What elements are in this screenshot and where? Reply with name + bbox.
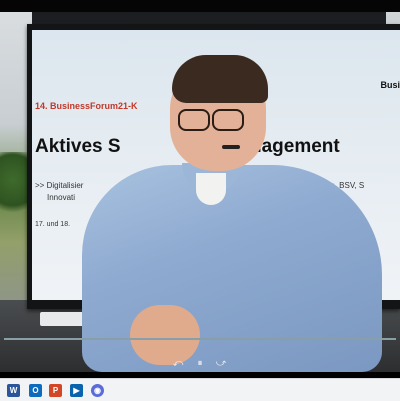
outlook-app-icon[interactable]: O [29,384,42,397]
speaker-shirt [82,165,382,372]
speaker-undershirt [196,173,226,205]
forward-button[interactable]: ⤻ [215,358,227,370]
pause-button[interactable]: ⏸ [194,358,206,370]
headset-microphone [222,145,240,149]
speaker-hair [172,55,268,103]
browser-app-icon[interactable]: ◉ [91,384,104,397]
taskbar: W O P ▶ ◉ [0,378,400,401]
video-top-bar [0,0,400,12]
glasses-lens-right [212,109,244,131]
glasses-lens-left [178,109,210,131]
speaker [70,55,400,372]
video-progress-bar[interactable] [4,338,396,340]
powerpoint-app-icon[interactable]: P [49,384,62,397]
slide-date: 17. und 18. [35,221,71,228]
video-frame[interactable]: Busi 14. BusinessForum21-K Aktives S nag… [0,0,400,372]
media-player-app-icon[interactable]: ▶ [70,384,83,397]
speaker-hand [130,305,200,365]
word-app-icon[interactable]: W [7,384,20,397]
rewind-button[interactable]: ⤺ [172,358,184,370]
speaker-glasses [174,109,246,131]
